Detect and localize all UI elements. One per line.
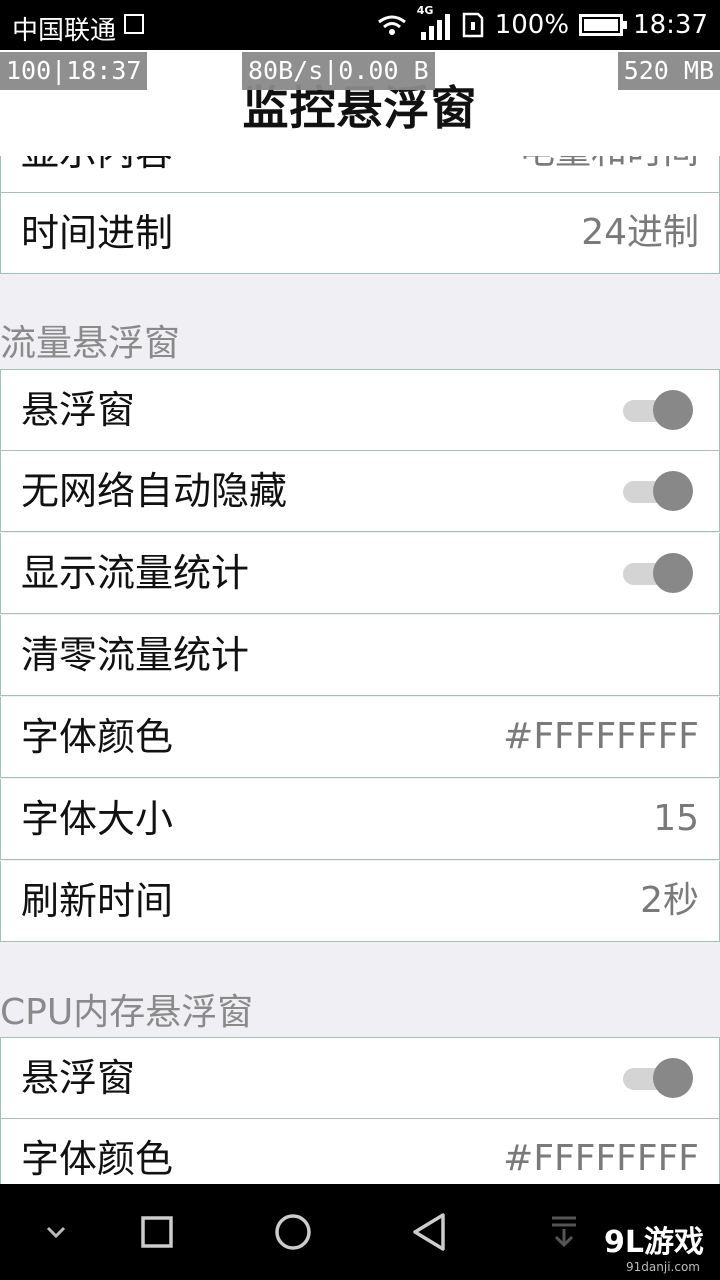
setting-row-traffic-float[interactable]: 悬浮窗 (0, 369, 720, 451)
status-bar: 中国联通 4G 100% 18:37 (0, 0, 720, 50)
setting-row-time-format[interactable]: 时间进制 24进制 (0, 193, 720, 274)
setting-label: 显示内容 (21, 156, 173, 192)
clock: 18:37 (633, 10, 708, 40)
home-icon[interactable] (243, 1184, 343, 1280)
traffic-float-toggle[interactable] (623, 390, 693, 430)
setting-value: #FFFFFFFF (503, 716, 699, 757)
setting-label: 刷新时间 (21, 879, 174, 923)
section-header-traffic: 流量悬浮窗 (0, 323, 181, 364)
setting-label: 清零流量统计 (21, 633, 250, 677)
toggle-thumb (653, 471, 693, 511)
setting-label: 字体颜色 (21, 1137, 174, 1181)
recents-icon[interactable] (107, 1184, 207, 1280)
setting-label: 字体大小 (21, 797, 174, 841)
setting-value: 电量和时间 (519, 156, 699, 192)
show-stats-toggle[interactable] (623, 553, 693, 593)
setting-label: 时间进制 (21, 211, 174, 255)
settings-list[interactable]: 显示内容 电量和时间 时间进制 24进制 流量悬浮窗 悬浮窗 无网络自动隐藏 显… (0, 156, 720, 1184)
sim-icon (124, 14, 144, 34)
watermark-logo: 9L游戏 (604, 1225, 704, 1260)
setting-label: 字体颜色 (21, 715, 174, 759)
setting-label: 显示流量统计 (21, 551, 250, 595)
setting-row-refresh-time[interactable]: 刷新时间 2秒 (0, 861, 720, 942)
signal-group: 4G (417, 4, 451, 40)
setting-label: 悬浮窗 (21, 1056, 136, 1100)
back-icon[interactable] (379, 1184, 479, 1280)
setting-row-font-size[interactable]: 字体大小 15 (0, 779, 720, 860)
setting-row-auto-hide[interactable]: 无网络自动隐藏 (0, 451, 720, 532)
sdcard-icon (462, 12, 483, 38)
battery-time-overlay[interactable]: 100|18:37 (0, 52, 148, 90)
setting-row-font-color[interactable]: 字体颜色 #FFFFFFFF (0, 697, 720, 778)
chevron-down-icon[interactable] (6, 1184, 106, 1280)
battery-percent: 100% (494, 10, 570, 40)
setting-value: 15 (653, 798, 699, 839)
setting-row-cpu-float[interactable]: 悬浮窗 (0, 1037, 720, 1119)
setting-row-cpu-font-color[interactable]: 字体颜色 #FFFFFFFF (0, 1119, 720, 1184)
watermark-site: 91danji.com (626, 1260, 700, 1274)
notification-pull-icon[interactable] (514, 1184, 614, 1280)
toggle-thumb (653, 1058, 693, 1098)
memory-overlay[interactable]: 520 MB (617, 52, 720, 90)
signal-icon (420, 14, 450, 40)
setting-label: 悬浮窗 (21, 388, 136, 432)
setting-value: 24进制 (581, 212, 699, 253)
carrier-label: 中国联通 (12, 16, 117, 46)
battery-icon (579, 14, 628, 36)
setting-row-show-stats[interactable]: 显示流量统计 (0, 533, 720, 614)
setting-row-display-content[interactable]: 显示内容 电量和时间 (0, 156, 720, 193)
cpu-float-toggle[interactable] (623, 1058, 693, 1098)
setting-value: #FFFFFFFF (503, 1138, 699, 1179)
toggle-thumb (653, 390, 693, 430)
status-right: 4G 100% 18:37 (377, 4, 708, 40)
traffic-overlay[interactable]: 80B/s|0.00 B (242, 52, 435, 90)
setting-row-clear-stats[interactable]: 清零流量统计 (0, 615, 720, 696)
setting-value: 2秒 (640, 880, 699, 921)
section-header-cpu: CPU内存悬浮窗 (0, 992, 254, 1033)
toggle-thumb (653, 553, 693, 593)
auto-hide-toggle[interactable] (623, 471, 693, 511)
setting-label: 无网络自动隐藏 (21, 469, 288, 513)
wifi-icon (377, 15, 406, 35)
